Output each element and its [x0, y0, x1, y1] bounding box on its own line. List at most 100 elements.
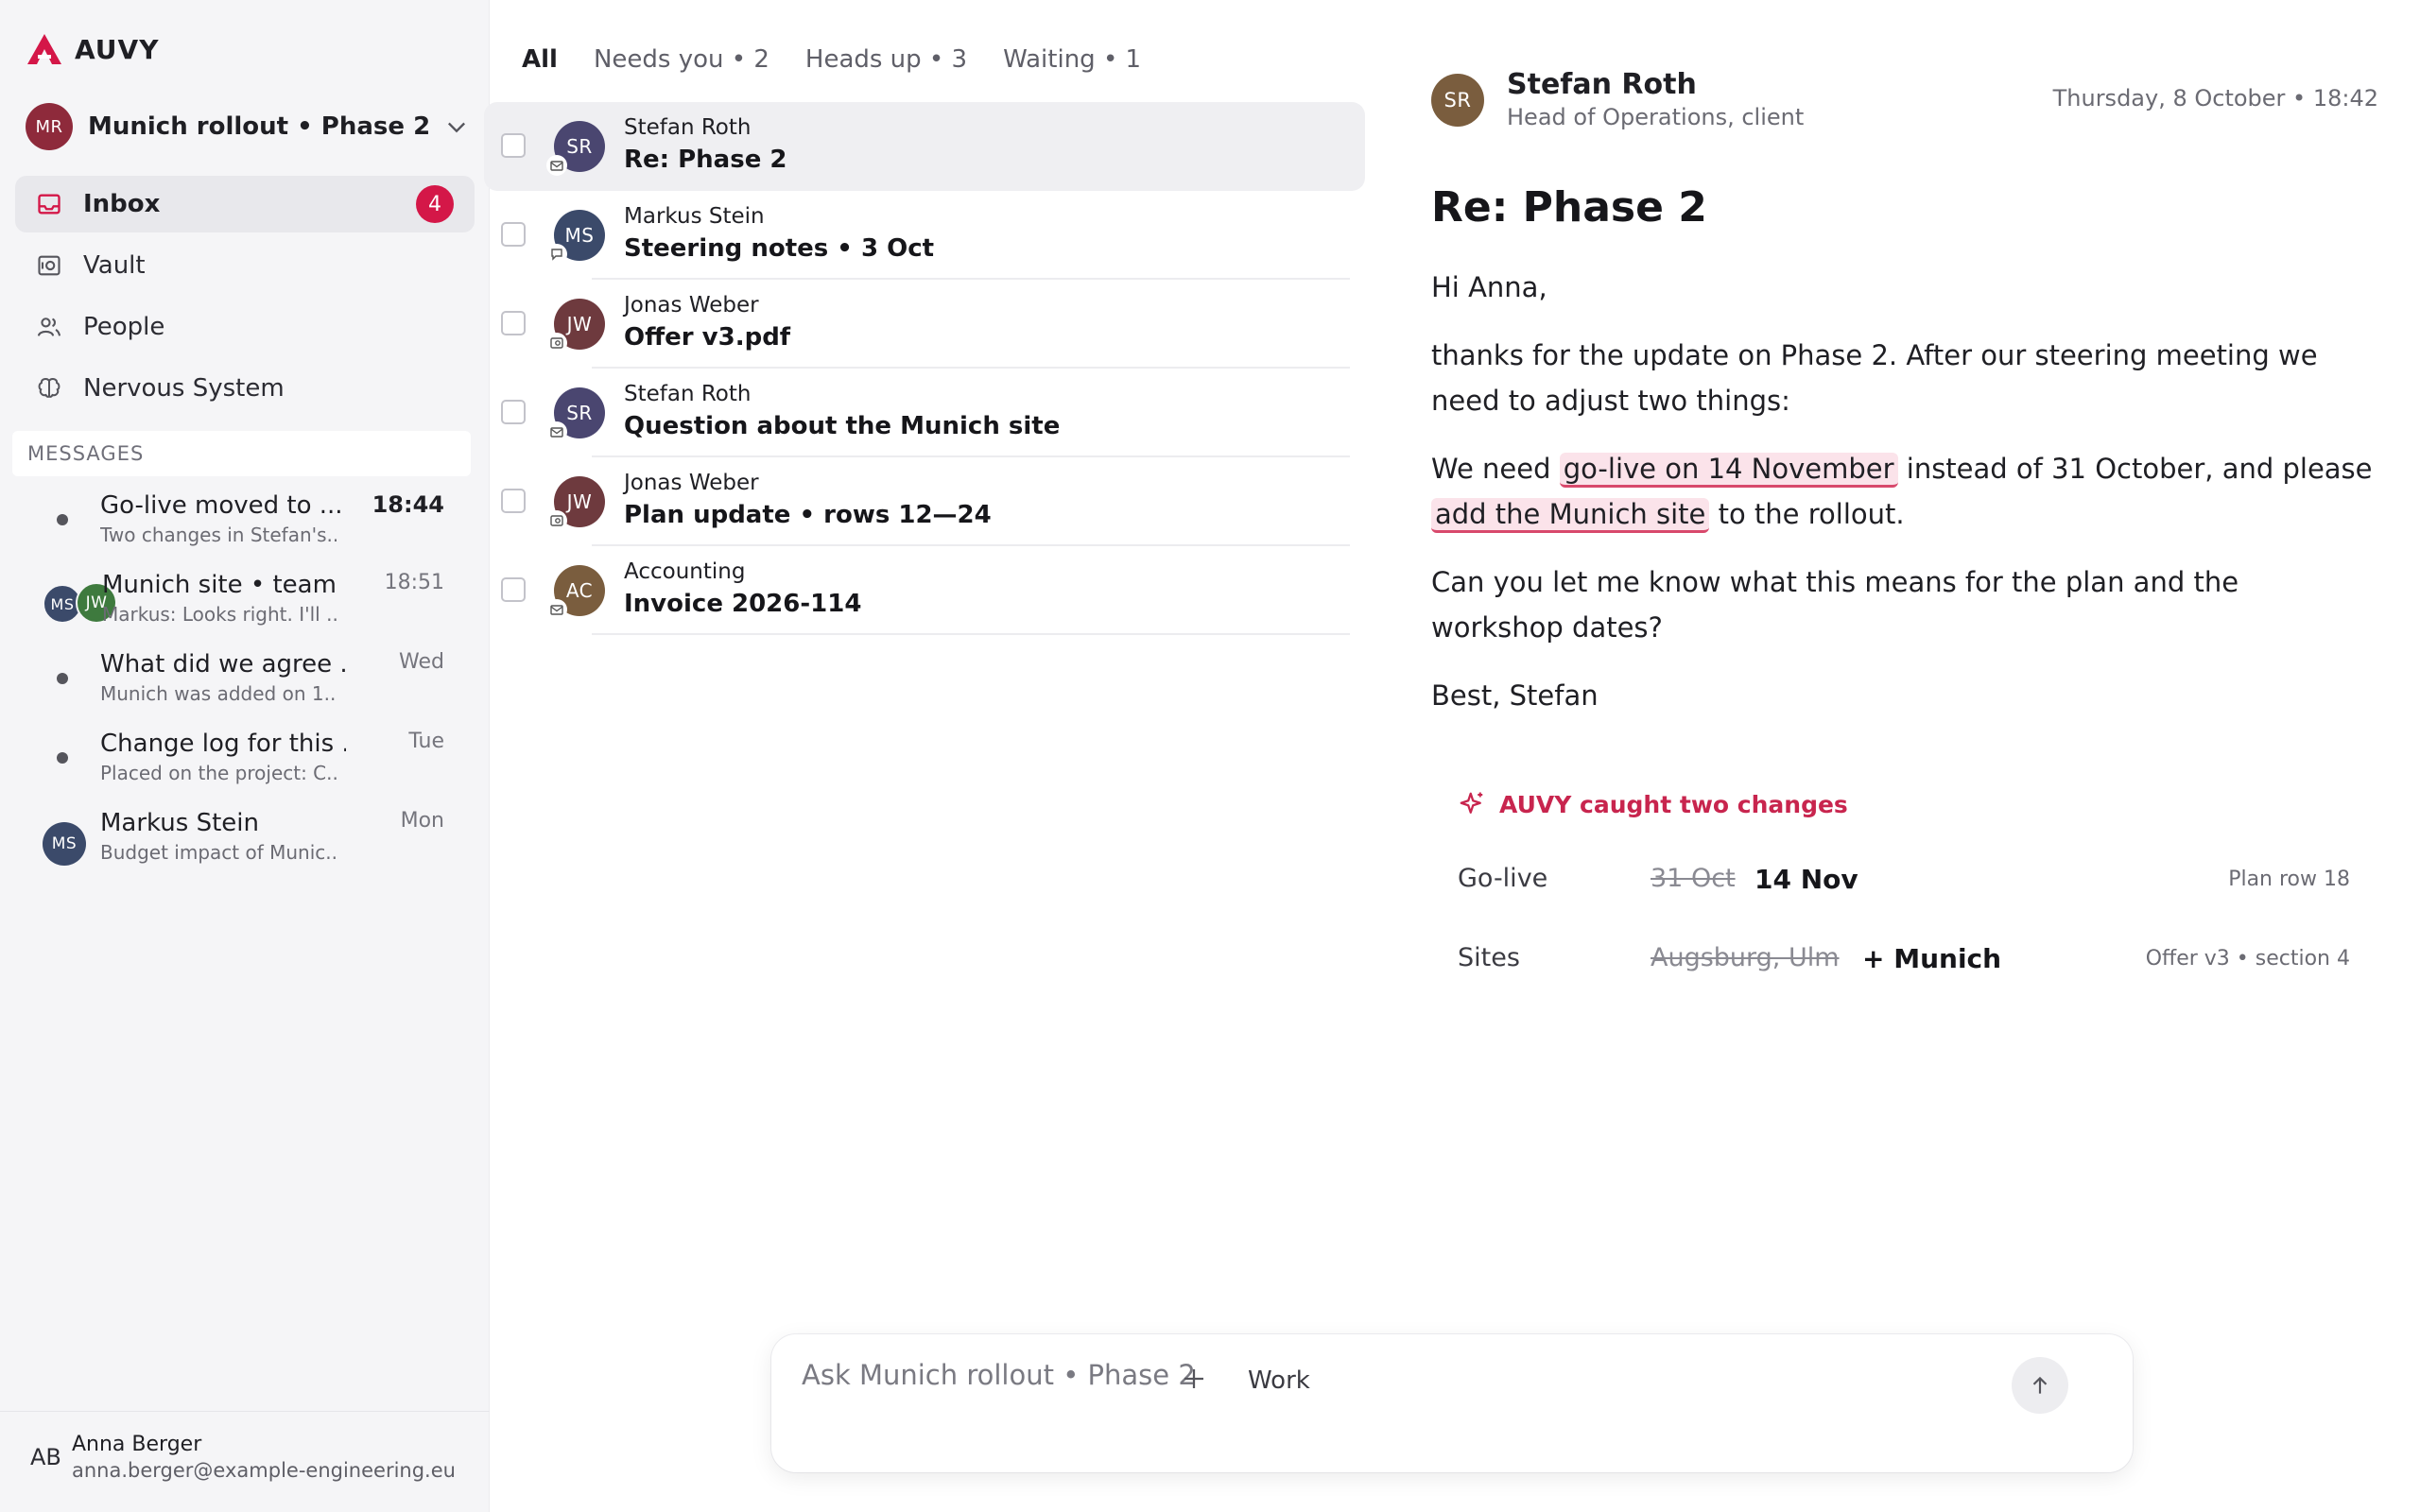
change-source-ref[interactable]: Offer v3 • section 4	[2146, 947, 2350, 971]
row-checkbox[interactable]	[501, 311, 526, 335]
project-switcher[interactable]: MR Munich rollout • Phase 2	[26, 102, 470, 151]
row-checkbox[interactable]	[501, 489, 526, 513]
body-paragraph: Can you let me know what this means for …	[1431, 566, 2239, 644]
tab-needs-you[interactable]: Needs you • 2	[594, 45, 769, 83]
sidebar-item-nervous-system[interactable]: Nervous System	[15, 360, 475, 417]
user-email: anna.berger@example-engineering.eu	[72, 1459, 456, 1482]
change-old-value: 31 Oct	[1651, 864, 1736, 893]
project-avatar: MR	[26, 103, 73, 150]
subject: Invoice 2026-114	[624, 590, 862, 618]
composer-input[interactable]: Ask Munich rollout • Phase 2	[802, 1359, 1196, 1391]
message-subject: Re: Phase 2	[1431, 183, 1707, 232]
project-name: Munich rollout • Phase 2	[88, 112, 431, 141]
sidebar-item-inbox[interactable]: Inbox 4	[15, 176, 475, 232]
sidebar-item-people[interactable]: People	[15, 299, 475, 355]
signature: Best, Stefan	[1431, 679, 1599, 712]
table-row[interactable]: MS Markus Stein Steering notes • 3 Oct	[484, 191, 1365, 280]
inbox-list: SR Stefan Roth Re: Phase 2 MS Markus Ste…	[484, 102, 1365, 635]
list-item[interactable]: Go-live moved to ... Two changes in Stef…	[0, 480, 490, 559]
channel-badge	[546, 244, 567, 265]
change-new-value: 14 Nov	[1754, 864, 1858, 895]
change-source-ref[interactable]: Plan row 18	[2228, 868, 2350, 891]
body-paragraph: thanks for the update on Phase 2. After …	[1431, 339, 2318, 417]
ask-composer[interactable]: Ask Munich rollout • Phase 2 Work	[771, 1334, 2133, 1472]
greeting: Hi Anna,	[1431, 271, 1547, 303]
mail-icon	[550, 427, 563, 438]
change-key: Go-live	[1458, 864, 1548, 893]
list-item[interactable]: What did we agree ... Munich was added o…	[0, 639, 490, 718]
message-date: Thursday, 8 October • 18:42	[2052, 85, 2378, 112]
sender-name: Markus Stein	[624, 204, 765, 229]
message-title: What did we agree ...	[100, 650, 346, 679]
sender-name: Stefan Roth	[624, 115, 752, 140]
file-icon	[550, 515, 563, 526]
sender-avatar: SR	[1431, 74, 1484, 127]
channel-badge	[546, 421, 567, 442]
highlight-go-live[interactable]: go-live on 14 November	[1559, 453, 1898, 488]
chat-icon	[551, 249, 562, 261]
change-row-sites[interactable]: Sites Augsburg, Ulm + Munich Offer v3 • …	[1458, 943, 2350, 981]
message-title: Markus Stein	[100, 809, 259, 837]
subject: Offer v3.pdf	[624, 323, 791, 352]
brain-icon	[38, 378, 60, 398]
changes-header: AUVY caught two changes	[1458, 790, 1848, 818]
text-run: to the rollout.	[1709, 498, 1905, 530]
message-time: Tue	[408, 730, 444, 753]
tab-waiting[interactable]: Waiting • 1	[1003, 45, 1141, 83]
table-row[interactable]: JW Jonas Weber Plan update • rows 12—24	[484, 457, 1365, 546]
change-row-go-live[interactable]: Go-live 31 Oct 14 Nov Plan row 18	[1458, 864, 2350, 902]
body-paragraph: We need go-live on 14 November instead o…	[1431, 446, 2377, 537]
arrow-up-icon	[2032, 1376, 2048, 1394]
brand[interactable]: AUVY	[26, 30, 160, 68]
message-preview: Placed on the project: C...	[100, 762, 337, 784]
row-checkbox[interactable]	[501, 400, 526, 424]
sender-name: Stefan Roth	[1507, 68, 1697, 101]
avatar: MS	[43, 822, 86, 866]
message-preview: Munich was added on 1...	[100, 682, 337, 705]
message-preview: Two changes in Stefan's...	[100, 524, 337, 546]
row-checkbox[interactable]	[501, 133, 526, 158]
sidebar-nav: Inbox 4 Vault People Nervous System	[15, 176, 475, 421]
unread-dot	[57, 514, 68, 525]
send-button[interactable]	[2012, 1357, 2068, 1414]
user-name: Anna Berger	[72, 1433, 202, 1456]
change-key: Sites	[1458, 943, 1520, 972]
text-run: We need	[1431, 453, 1560, 485]
inbox-icon	[38, 194, 60, 215]
channel-badge	[546, 599, 567, 620]
list-item[interactable]: MS JW Munich site • team Markus: Looks r…	[0, 559, 490, 639]
message-list: Go-live moved to ... Two changes in Stef…	[0, 480, 490, 877]
chevron-down-icon[interactable]	[443, 113, 470, 140]
sidebar-item-vault[interactable]: Vault	[15, 237, 475, 294]
sender-name: Jonas Weber	[624, 293, 759, 318]
tab-all[interactable]: All	[522, 45, 558, 83]
brand-name: AUVY	[75, 33, 160, 65]
channel-badge	[546, 155, 567, 176]
row-checkbox[interactable]	[501, 222, 526, 247]
row-checkbox[interactable]	[501, 577, 526, 602]
mode-selector[interactable]: Work	[1248, 1366, 1310, 1395]
row-divider	[592, 633, 1350, 635]
mail-icon	[550, 161, 563, 171]
table-row[interactable]: SR Stefan Roth Question about the Munich…	[484, 369, 1365, 457]
message-title: Go-live moved to ...	[100, 491, 343, 520]
list-item[interactable]: Change log for this ... Placed on the pr…	[0, 718, 490, 798]
unread-badge: 4	[416, 185, 454, 223]
user-profile[interactable]: AB Anna Berger anna.berger@example-engin…	[0, 1411, 490, 1512]
sidebar-item-label: People	[83, 313, 165, 341]
highlight-munich-site[interactable]: add the Munich site	[1431, 498, 1710, 533]
plus-icon[interactable]	[1180, 1365, 1208, 1393]
message-time: 18:51	[384, 571, 444, 594]
message-title: Munich site • team	[102, 571, 337, 599]
user-initials: AB	[30, 1444, 61, 1470]
tab-heads-up[interactable]: Heads up • 3	[805, 45, 967, 83]
list-item[interactable]: MS Markus Stein Budget impact of Munic..…	[0, 798, 490, 877]
table-row[interactable]: SR Stefan Roth Re: Phase 2	[484, 102, 1365, 191]
table-row[interactable]: AC Accounting Invoice 2026-114	[484, 546, 1365, 635]
sender-name: Accounting	[624, 559, 746, 584]
message-preview: Markus: Looks right. I'll ...	[102, 603, 338, 626]
message-title: Change log for this ...	[100, 730, 346, 758]
subject: Steering notes • 3 Oct	[624, 234, 935, 263]
table-row[interactable]: JW Jonas Weber Offer v3.pdf	[484, 280, 1365, 369]
unread-dot	[57, 673, 68, 684]
